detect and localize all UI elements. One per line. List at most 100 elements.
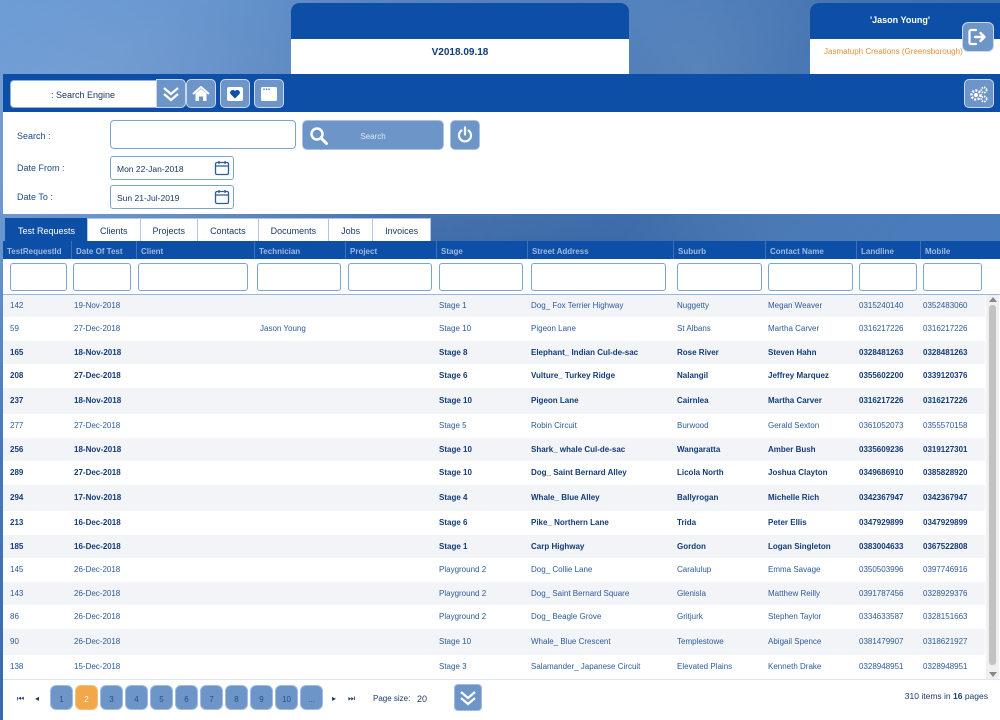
cell-street-address: Salamander_ Japanese Circuit: [531, 662, 641, 671]
cell-contact-name: Peter Ellis: [768, 518, 807, 527]
table-row[interactable]: 165 18-Nov-2018 Stage 8 Elephant_ Indian Cu…: [3, 341, 985, 364]
cell-mobile: 0328948951: [923, 662, 968, 671]
scrollbar-thumb[interactable]: [989, 305, 996, 665]
cell-landline: 0335609236: [859, 445, 904, 454]
tab-invoices[interactable]: Invoices: [372, 218, 432, 241]
column-header-mobile[interactable]: Mobile: [920, 241, 1000, 259]
logout-icon: [968, 28, 986, 46]
cell-testrequestid: 59: [10, 324, 19, 333]
filter-project[interactable]: [348, 263, 432, 291]
first-page-icon[interactable]: ⏮: [17, 694, 24, 704]
last-page-icon[interactable]: ⏭: [348, 694, 355, 704]
cell-landline: 0383004633: [859, 542, 904, 551]
power-button[interactable]: [450, 120, 480, 150]
tab-documents[interactable]: Documents: [257, 218, 330, 241]
tab-projects[interactable]: Projects: [139, 218, 199, 241]
page-button[interactable]: 7: [200, 685, 223, 710]
page-size-dropdown-button[interactable]: [454, 684, 482, 711]
table-row[interactable]: 289 27-Dec-2018 Stage 10 Dog_ Saint Bernard…: [3, 461, 985, 485]
grid-scrollbar[interactable]: [986, 295, 999, 679]
page-button[interactable]: 6: [175, 685, 198, 710]
column-header-landline[interactable]: Landline: [856, 241, 920, 259]
table-row[interactable]: 185 16-Dec-2018 Stage 1 Carp Highway Gordon L…: [3, 535, 985, 558]
table-row[interactable]: 208 27-Dec-2018 Stage 6 Vulture_ Turkey Rid…: [3, 364, 985, 388]
page-size-value[interactable]: 20: [417, 694, 427, 704]
filter-date[interactable]: [73, 263, 131, 291]
page-button[interactable]: 5: [150, 685, 173, 710]
page-button[interactable]: 10: [275, 685, 298, 710]
filter-testrequestid[interactable]: [10, 263, 67, 291]
calendar-icon[interactable]: [214, 160, 230, 176]
engine-dropdown-button[interactable]: [156, 79, 186, 108]
table-row[interactable]: 277 27-Dec-2018 Stage 5 Robin Circuit Burwoo…: [3, 414, 985, 438]
calendar-icon[interactable]: [214, 189, 230, 205]
page-button[interactable]: 2: [75, 685, 98, 710]
home-button[interactable]: [186, 79, 216, 108]
column-header-street-address[interactable]: Street Address: [527, 241, 673, 259]
table-row[interactable]: 138 15-Dec-2018 Stage 3 Salamander_ Japanes…: [3, 655, 985, 679]
column-header-testrequestid[interactable]: TestRequestId: [3, 241, 67, 259]
tab-clients[interactable]: Clients: [87, 218, 141, 241]
table-row[interactable]: 294 17-Nov-2018 Stage 4 Whale_ Blue Alley Ba…: [3, 485, 985, 511]
column-header-stage[interactable]: Stage: [436, 241, 527, 259]
window-button[interactable]: [254, 79, 284, 108]
table-row[interactable]: 237 18-Nov-2018 Stage 10 Pigeon Lane Cairnle…: [3, 388, 985, 414]
cell-contact-name: Matthew Reilly: [768, 589, 821, 598]
search-button[interactable]: Search: [302, 120, 444, 150]
column-header-technician[interactable]: Technician: [254, 241, 345, 259]
table-row[interactable]: 256 18-Nov-2018 Stage 10 Shark_ whale Cul-d…: [3, 438, 985, 461]
filter-street-address[interactable]: [531, 263, 666, 291]
table-row[interactable]: 143 26-Dec-2018 Playground 2 Dog_ Saint Ber…: [3, 582, 985, 605]
date-to-field[interactable]: Sun 21-Jul-2019: [110, 185, 234, 209]
column-header-client[interactable]: Client: [136, 241, 254, 259]
table-row[interactable]: 142 19-Nov-2018 Stage 1 Dog_ Fox Terrier Hi…: [3, 295, 985, 317]
tab-jobs[interactable]: Jobs: [328, 218, 374, 241]
search-engine-select[interactable]: : Search Engine: [10, 80, 158, 108]
main-toolbar: : Search Engine: [3, 74, 1000, 112]
page-button[interactable]: 4: [125, 685, 148, 710]
settings-button[interactable]: [964, 79, 994, 108]
scroll-up-icon[interactable]: [989, 297, 997, 302]
filter-technician[interactable]: [257, 263, 341, 291]
column-header-suburb[interactable]: Suburb: [673, 241, 765, 259]
table-row[interactable]: 145 26-Dec-2018 Playground 2 Dog_ Collie La…: [3, 558, 985, 582]
cell-stage: Stage 6: [439, 518, 468, 527]
filter-suburb[interactable]: [677, 263, 762, 291]
cell-landline: 0328948951: [859, 662, 904, 671]
filter-client[interactable]: [138, 263, 248, 291]
items-info-suffix: pages: [962, 691, 988, 701]
cell-testrequestid: 90: [10, 637, 19, 646]
cell-street-address: Dog_ Fox Terrier Highway: [531, 301, 624, 310]
logout-button[interactable]: [962, 22, 994, 52]
table-row[interactable]: 86 26-Dec-2018 Playground 2 Dog_ Beagle Gro…: [3, 605, 985, 629]
filter-landline[interactable]: [859, 263, 917, 291]
filter-stage[interactable]: [439, 263, 523, 291]
cell-contact-name: Megan Weaver: [768, 301, 823, 310]
scroll-down-icon[interactable]: [989, 672, 997, 677]
column-header-project[interactable]: Project: [345, 241, 436, 259]
page-button[interactable]: 9: [250, 685, 273, 710]
cell-stage: Stage 10: [439, 445, 472, 454]
column-header-contact-name[interactable]: Contact Name: [765, 241, 856, 259]
cell-suburb: Rose River: [677, 348, 719, 357]
page-button[interactable]: 3: [100, 685, 123, 710]
tab-test-requests[interactable]: Test Requests: [5, 218, 89, 241]
filter-contact-name[interactable]: [768, 263, 853, 291]
favourites-button[interactable]: [220, 79, 250, 108]
date-from-field[interactable]: Mon 22-Jan-2018: [110, 156, 234, 180]
tab-contacts[interactable]: Contacts: [197, 218, 259, 241]
prev-page-icon[interactable]: ◂: [35, 694, 39, 703]
table-row[interactable]: 90 26-Dec-2018 Stage 10 Whale_ Blue Crescen…: [3, 629, 985, 655]
page-button[interactable]: ...: [300, 685, 323, 710]
cell-technician: Jason Young: [260, 324, 306, 333]
table-row[interactable]: 59 27-Dec-2018 Jason Young Stage 10 Pigeon L…: [3, 317, 985, 341]
column-header-date[interactable]: Date Of Test: [71, 241, 135, 259]
next-page-icon[interactable]: ▸: [332, 694, 336, 703]
cell-testrequestid: 213: [10, 518, 24, 527]
page-button[interactable]: 1: [50, 685, 73, 710]
search-input[interactable]: [110, 120, 296, 149]
filter-mobile[interactable]: [923, 263, 982, 291]
page-button[interactable]: 8: [225, 685, 248, 710]
table-row[interactable]: 213 16-Dec-2018 Stage 6 Pike_ Northern Lane…: [3, 511, 985, 535]
cell-stage: Stage 1: [439, 542, 468, 551]
